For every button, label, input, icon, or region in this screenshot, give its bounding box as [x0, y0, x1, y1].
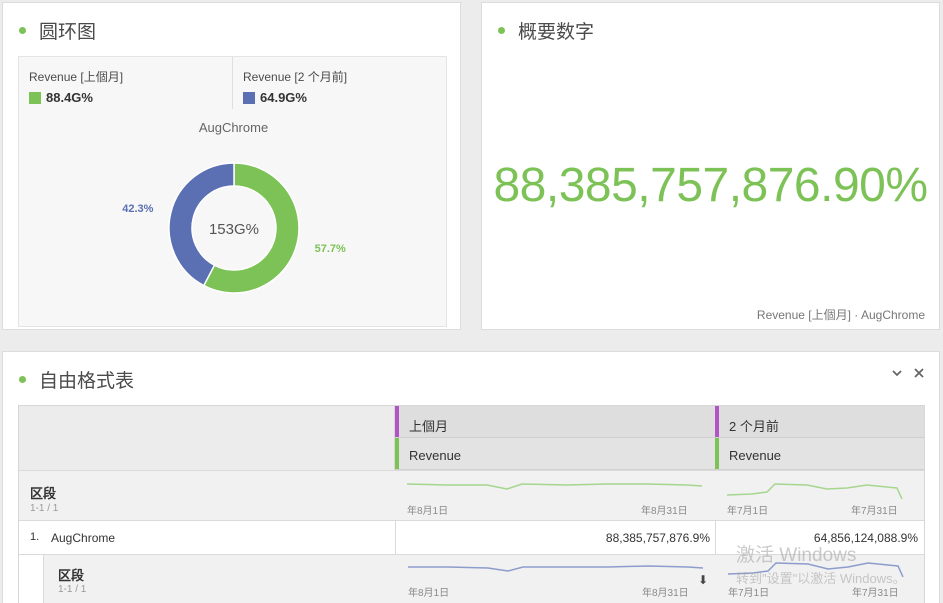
sparkline-two-months-ago	[727, 483, 903, 500]
segment-range: 1-1 / 1	[30, 503, 59, 514]
metric-marker	[395, 438, 399, 469]
column-period-label: 2 个月前	[729, 419, 779, 434]
metric-marker	[715, 438, 719, 469]
cell-divider	[395, 521, 396, 554]
column-metric-label: Revenue	[409, 448, 462, 463]
table-panel-title: 自由格式表	[19, 366, 134, 393]
row-index: 1.	[30, 531, 40, 543]
segment-header-row: 区段 1-1 / 1 年8月1日 年8月31日 年7月1日 年7月31日	[19, 470, 924, 521]
activation-watermark-text: 转到"设置"以激活 Windows。	[736, 571, 906, 586]
close-icon[interactable]	[913, 366, 925, 383]
column-metric-label: Revenue	[729, 448, 782, 463]
column-metric-last-month[interactable]: Revenue	[395, 438, 715, 470]
summary-footer: Revenue [上個月] · AugChrome	[756, 308, 925, 322]
donut-panel-title: 圆环图	[19, 17, 96, 44]
dimension-marker	[395, 406, 399, 437]
activation-watermark-title: 激活 Windows	[736, 545, 857, 566]
sparkline-start-date: 年8月1日	[408, 588, 450, 599]
status-dot-icon	[19, 376, 26, 383]
donut-slice-label-1: 42.3%	[122, 203, 153, 215]
column-metric-two-months-ago[interactable]: Revenue	[715, 438, 924, 470]
summary-value: 88,385,757,876.90%	[493, 159, 928, 212]
donut-slice-label-0: 57.7%	[315, 243, 346, 255]
chevron-down-icon[interactable]	[891, 366, 903, 383]
download-icon[interactable]: ⬇	[698, 573, 708, 587]
donut-chart-svg: 57.7% 42.3% 153G%	[122, 162, 346, 294]
sparkline-start-date: 年7月1日	[727, 506, 769, 517]
sparkline-end-date: 年8月31日	[642, 588, 689, 599]
status-dot-icon	[498, 27, 505, 34]
table-panel-title-text: 自由格式表	[39, 371, 135, 392]
cell-divider	[715, 521, 716, 554]
donut-center-label: 153G%	[209, 221, 259, 238]
sparkline-end-date: 年8月31日	[641, 506, 688, 517]
summary-number-panel: 概要数字 88,385,757,876.90% Revenue [上個月] · …	[481, 2, 940, 330]
sparkline-sub-last-month	[408, 565, 704, 572]
sub-segment-name: 区段	[58, 568, 85, 583]
column-period-label: 上個月	[409, 419, 449, 434]
sub-segment-range: 1-1 / 1	[58, 584, 87, 595]
sparkline-end-date: 年7月31日	[851, 506, 898, 517]
row-dimension-value: AugChrome	[51, 531, 116, 545]
column-header-last-month[interactable]: 上個月	[395, 406, 715, 438]
status-dot-icon	[19, 27, 26, 34]
donut-chart-panel: 圆环图 Revenue [上個月] 88.4G% Revenue [2 个月前]…	[2, 2, 461, 330]
donut-panel-title-text: 圆环图	[39, 22, 97, 43]
segment-name: 区段	[30, 486, 57, 501]
summary-panel-title: 概要数字	[498, 17, 594, 44]
row-metric-value-last-month: 88,385,757,876.9%	[605, 531, 710, 545]
summary-panel-title-text: 概要数字	[518, 22, 595, 43]
table-header-corner	[19, 406, 395, 470]
dimension-marker	[715, 406, 719, 437]
column-header-two-months-ago[interactable]: 2 个月前	[715, 406, 924, 438]
sparkline-last-month	[407, 483, 703, 490]
donut-chart-area: Revenue [上個月] 88.4G% Revenue [2 个月前] 64.…	[18, 56, 447, 327]
sparkline-start-date: 年8月1日	[407, 506, 449, 517]
